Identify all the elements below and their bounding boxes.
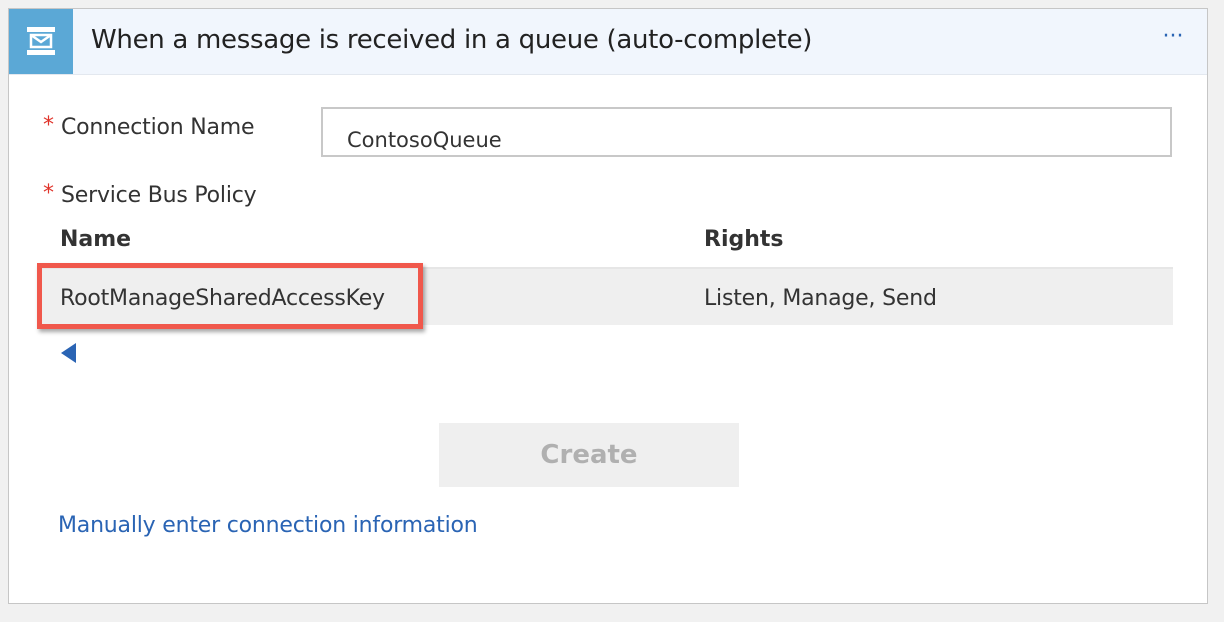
more-options-button[interactable]: ···: [1153, 23, 1193, 57]
connection-name-label: Connection Name: [61, 115, 255, 140]
connection-name-input[interactable]: [321, 107, 1172, 157]
service-bus-policy-label: Service Bus Policy: [61, 183, 257, 208]
required-marker: *: [43, 181, 54, 206]
trigger-card: When a message is received in a queue (a…: [8, 8, 1208, 604]
service-bus-icon: [9, 9, 73, 74]
card-header[interactable]: When a message is received in a queue (a…: [9, 9, 1207, 75]
create-button[interactable]: Create: [439, 423, 739, 487]
collapse-arrow-icon[interactable]: [61, 343, 76, 363]
column-header-rights: Rights: [704, 227, 784, 252]
manual-connection-link[interactable]: Manually enter connection information: [58, 513, 478, 538]
column-header-name: Name: [60, 227, 132, 252]
required-marker: *: [43, 113, 54, 138]
highlight-callout: [37, 263, 423, 329]
card-title: When a message is received in a queue (a…: [91, 25, 813, 55]
policy-rights-cell: Listen, Manage, Send: [704, 286, 937, 311]
